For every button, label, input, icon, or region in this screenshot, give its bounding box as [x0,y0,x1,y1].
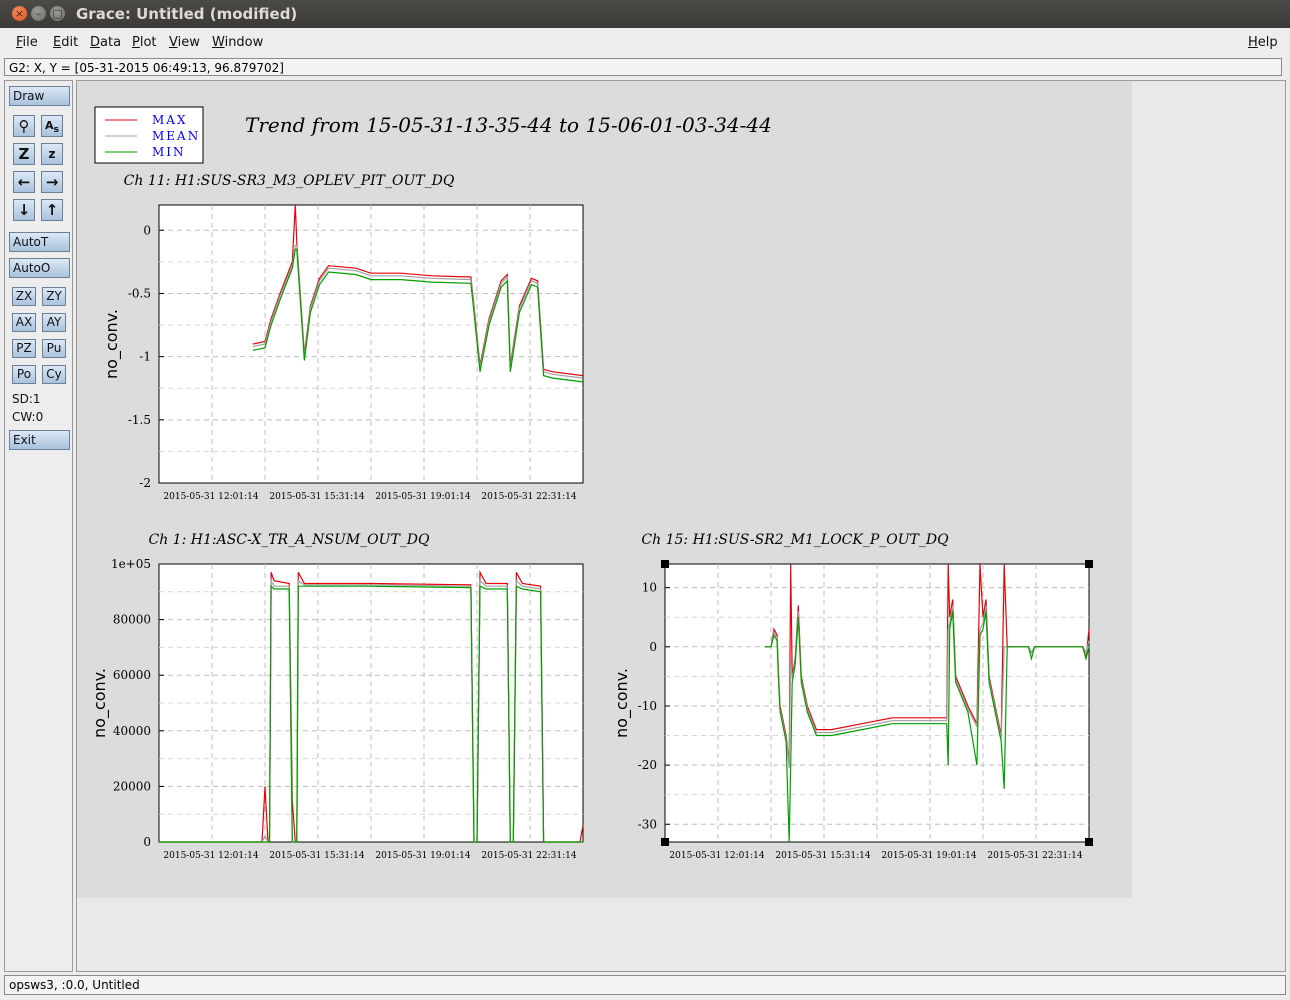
draw-button[interactable]: Draw [9,86,70,106]
autotick-button[interactable]: AutoT [9,232,70,252]
x-tick-label: 2015-05-31 15:31:14 [269,492,364,502]
y-tick-label: -30 [638,817,657,831]
x-tick-label: 2015-05-31 12:01:14 [163,851,258,861]
zoom-out-icon[interactable]: z [41,143,63,165]
menu-edit[interactable]: Edit [53,35,78,50]
legend: MAX MEAN MIN [94,106,204,164]
y-tick-label: -1.5 [128,413,151,427]
menu-plot[interactable]: Plot [132,35,157,50]
page-margin-right [1132,81,1285,971]
close-window-button[interactable]: × [12,6,27,21]
scroll-up-icon[interactable]: ↑ [41,199,63,221]
x-tick-label: 2015-05-31 15:31:14 [775,851,870,861]
maximize-window-button[interactable]: □ [50,6,65,21]
x-tick-label: 2015-05-31 22:31:14 [481,492,576,502]
x-tick-label: 2015-05-31 12:01:14 [669,851,764,861]
window-title: Grace: Untitled (modified) [76,5,298,23]
page-title: Trend from 15-05-31-13-35-44 to 15-06-01… [245,113,772,137]
scroll-down-icon[interactable]: ↓ [13,199,35,221]
menu-view[interactable]: View [169,35,200,50]
legend-mean-label: MEAN [152,129,200,143]
y-tick-label: 60000 [113,668,151,682]
scroll-right-icon[interactable]: → [41,171,63,193]
y-tick-label: -0.5 [128,286,151,300]
tool-panel: Draw ⚲ As Z z ← → ↓ ↑ AutoT AutoO ZX ZY … [4,80,73,972]
zoom-icon[interactable]: ⚲ [13,115,35,137]
zy-button[interactable]: ZY [42,287,66,306]
ax-button[interactable]: AX [12,313,36,332]
current-world-label: CW:0 [12,410,44,424]
pz-button[interactable]: PZ [12,339,36,358]
x-tick-label: 2015-05-31 19:01:14 [881,851,976,861]
menu-file[interactable]: File [16,35,38,50]
cy-button[interactable]: Cy [42,365,66,384]
page-margin [77,898,1285,971]
menu-help[interactable]: Help [1248,35,1278,50]
y-tick-label: 0 [143,835,151,849]
chart-ch15: 10 0 -10 -20 -30 2015-05-31 12:01:14 2015-05-3… [612,532,1093,861]
y-tick-label: -20 [638,758,657,772]
chart-ch1: 1e+05 80000 60000 40000 20000 0 2015-05-31 12:… [90,532,584,861]
scroll-left-icon[interactable]: ← [13,171,35,193]
y-tick-label: 0 [143,223,151,237]
y-axis-label: no_conv. [102,309,122,379]
autoscale-icon[interactable]: As [41,115,63,137]
selection-handle[interactable] [661,560,669,568]
chart-title: Ch 1: H1:ASC-X_TR_A_NSUM_OUT_DQ [149,532,431,548]
zoom-in-icon[interactable]: Z [13,143,35,165]
plot-canvas[interactable]: MAX MEAN MIN Trend from 15-05-31-13-35-4… [77,81,1285,971]
y-tick-label: -2 [139,476,151,490]
y-axis-label: no_conv. [612,668,632,738]
y-tick-label: 20000 [113,779,151,793]
legend-max-label: MAX [152,113,188,127]
title-bar: × – □ Grace: Untitled (modified) [0,0,1290,28]
x-tick-label: 2015-05-31 19:01:14 [375,851,470,861]
ay-button[interactable]: AY [42,313,66,332]
x-tick-label: 2015-05-31 15:31:14 [269,851,364,861]
y-tick-label: -10 [638,699,657,713]
minimize-window-button[interactable]: – [31,6,46,21]
menu-bar: File Edit Data Plot View Window Help [0,28,1290,56]
x-tick-label: 2015-05-31 22:31:14 [481,851,576,861]
pu-button[interactable]: Pu [42,339,66,358]
x-tick-label: 2015-05-31 19:01:14 [375,492,470,502]
chart-title: Ch 11: H1:SUS-SR3_M3_OPLEV_PIT_OUT_DQ [124,173,455,189]
y-axis-label: no_conv. [90,668,110,738]
selection-handle[interactable] [1085,838,1093,846]
chart-ch11: 0 -0.5 -1 -1.5 -2 2015-05-31 12:01:14 2015-05-… [102,173,584,502]
y-tick-label: 10 [642,581,657,595]
status-bar: opsws3, :0.0, Untitled [4,975,1286,995]
x-tick-label: 2015-05-31 12:01:14 [163,492,258,502]
y-tick-label: 40000 [113,724,151,738]
y-tick-label: -1 [139,350,151,364]
selection-handle[interactable] [661,838,669,846]
y-tick-label: 1e+05 [111,557,151,571]
legend-min-label: MIN [152,145,186,159]
stack-depth-label: SD:1 [12,392,41,406]
x-tick-label: 2015-05-31 22:31:14 [987,851,1082,861]
menu-data[interactable]: Data [90,35,121,50]
plot-canvas-area: MAX MEAN MIN Trend from 15-05-31-13-35-4… [76,80,1286,972]
y-tick-label: 0 [649,640,657,654]
locator-display: G2: X, Y = [05-31-2015 06:49:13, 96.8797… [4,58,1282,76]
autoscale-on-button[interactable]: AutoO [9,258,70,278]
exit-button[interactable]: Exit [9,430,70,450]
menu-window[interactable]: Window [212,35,263,50]
zx-button[interactable]: ZX [12,287,36,306]
y-tick-label: 80000 [113,613,151,627]
selection-handle[interactable] [1085,560,1093,568]
po-button[interactable]: Po [12,365,36,384]
chart-title: Ch 15: H1:SUS-SR2_M1_LOCK_P_OUT_DQ [641,532,949,548]
